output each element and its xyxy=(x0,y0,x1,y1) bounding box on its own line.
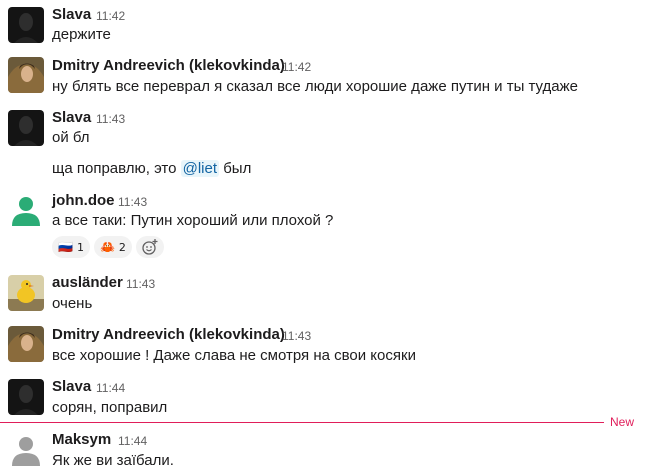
message-text: очень xyxy=(52,295,93,312)
reactions-bar: 🇷🇺 1 🦀 2 xyxy=(52,236,164,258)
message-author[interactable]: john.doe xyxy=(52,192,115,210)
message-timestamp[interactable]: 11:43 xyxy=(126,275,155,293)
avatar-maksym[interactable] xyxy=(8,432,44,468)
message-timestamp[interactable]: 11:43 xyxy=(96,110,125,128)
message-timestamp[interactable]: 11:42 xyxy=(282,58,311,76)
message-text-part: ща поправлю, это xyxy=(52,160,181,177)
avatar-dmitry[interactable] xyxy=(8,57,44,93)
reaction-crab[interactable]: 🦀 2 xyxy=(93,236,132,258)
avatar-slava[interactable] xyxy=(8,379,44,415)
message-text-part: был xyxy=(219,160,252,177)
message-text: сорян, поправил xyxy=(52,399,168,416)
avatar-slava[interactable] xyxy=(8,7,44,43)
message-text: ща поправлю, это @liet был xyxy=(52,159,251,179)
message-author[interactable]: Slava xyxy=(52,6,91,24)
add-emoji-icon xyxy=(142,239,158,255)
avatar-auslander[interactable] xyxy=(8,275,44,311)
avatar-john-doe[interactable] xyxy=(8,192,44,228)
message-author[interactable]: Slava xyxy=(52,109,91,127)
reaction-flag-russia[interactable]: 🇷🇺 1 xyxy=(52,236,90,258)
flag-russia-icon: 🇷🇺 xyxy=(58,240,73,254)
message-timestamp[interactable]: 11:43 xyxy=(118,193,147,211)
crab-icon: 🦀 xyxy=(99,240,115,254)
message-author[interactable]: Slava xyxy=(52,378,91,396)
message-text: все хорошие ! Даже слава не смотря на св… xyxy=(52,347,416,364)
reaction-count: 1 xyxy=(76,240,84,254)
message-timestamp[interactable]: 11:43 xyxy=(282,327,311,345)
new-messages-label: New xyxy=(610,415,635,429)
avatar-slava[interactable] xyxy=(8,110,44,146)
add-reaction-button[interactable] xyxy=(135,236,164,258)
message-author[interactable]: Dmitry Andreevich (klekovkinda) xyxy=(52,326,285,344)
message-text: ой бл xyxy=(52,129,90,146)
message-text: ну блять все переврал я сказал все люди … xyxy=(52,78,579,95)
message-author[interactable]: Maksym xyxy=(52,431,111,449)
avatar-dmitry[interactable] xyxy=(8,326,44,362)
message-text: держите xyxy=(52,26,111,43)
new-messages-divider xyxy=(0,422,604,423)
message-author[interactable]: Dmitry Andreevich (klekovkinda) xyxy=(52,57,285,75)
message-timestamp[interactable]: 11:44 xyxy=(96,379,125,397)
message-text: Як же ви заїбали. xyxy=(52,452,174,469)
user-mention[interactable]: @liet xyxy=(180,160,220,177)
reaction-count: 2 xyxy=(118,240,126,254)
message-timestamp[interactable]: 11:42 xyxy=(96,7,125,25)
message-author[interactable]: ausländer xyxy=(52,274,123,292)
message-text: а все таки: Путин хороший или плохой ? xyxy=(52,212,334,229)
message-timestamp[interactable]: 11:44 xyxy=(118,432,147,450)
